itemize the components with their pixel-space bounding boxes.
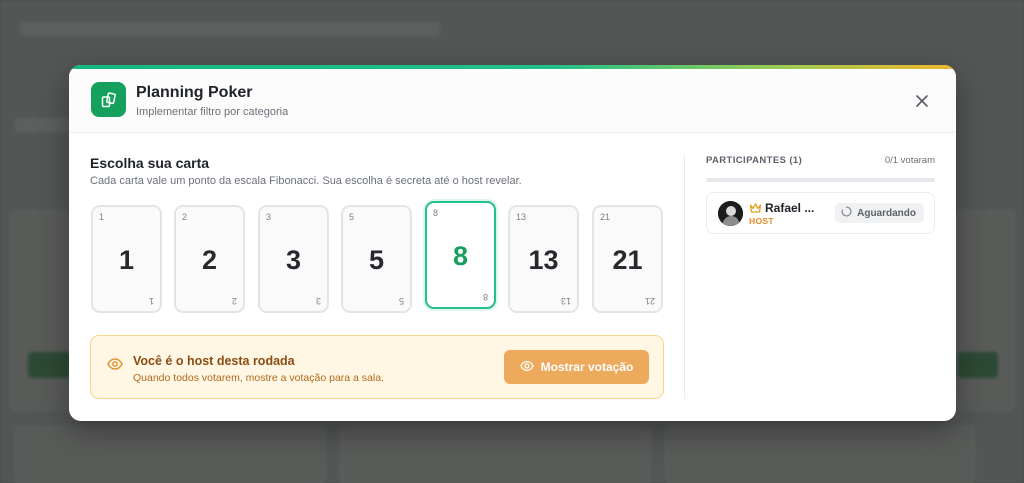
spinner-icon bbox=[841, 206, 852, 220]
card-value: 8 bbox=[452, 241, 469, 271]
avatar bbox=[718, 201, 743, 226]
card-corner: 1 bbox=[99, 212, 105, 222]
card-corner: 2 bbox=[231, 296, 237, 306]
status-badge: Aguardando bbox=[835, 203, 924, 223]
poker-card-1[interactable]: 1 1 1 bbox=[91, 205, 162, 313]
participant-role: HOST bbox=[749, 216, 774, 226]
card-value: 21 bbox=[612, 245, 643, 275]
card-corner: 21 bbox=[600, 212, 611, 222]
host-notice-title: Você é o host desta rodada bbox=[133, 354, 295, 368]
card-corner: 21 bbox=[644, 296, 655, 306]
participant-row: Rafael ... HOST Aguardando bbox=[706, 192, 935, 234]
modal-subtitle: Implementar filtro por categoria bbox=[136, 106, 289, 118]
votes-count: 0/1 votaram bbox=[884, 155, 935, 166]
poker-card-8-selected[interactable]: 8 8 8 bbox=[425, 201, 496, 309]
card-corner: 3 bbox=[315, 296, 321, 306]
host-notice-description: Quando todos votarem, mostre a votação p… bbox=[133, 372, 384, 384]
section-title: Escolha sua carta bbox=[90, 155, 210, 171]
cards-icon bbox=[91, 82, 126, 117]
status-label: Aguardando bbox=[857, 207, 916, 219]
card-corner: 13 bbox=[516, 212, 527, 222]
card-corner: 5 bbox=[349, 212, 355, 222]
eye-icon bbox=[107, 356, 123, 377]
participant-name: Rafael ... bbox=[765, 201, 815, 215]
host-notice: Você é o host desta rodada Quando todos … bbox=[90, 335, 664, 399]
card-corner: 1 bbox=[148, 296, 154, 306]
poker-card-21[interactable]: 21 21 21 bbox=[592, 205, 663, 313]
card-value: 13 bbox=[528, 245, 559, 275]
eye-icon bbox=[519, 359, 534, 376]
participants-title: PARTICIPANTES (1) bbox=[706, 155, 803, 166]
card-corner: 13 bbox=[560, 296, 571, 306]
card-corner: 2 bbox=[182, 212, 188, 222]
reveal-votes-button[interactable]: Mostrar votação bbox=[504, 350, 649, 384]
card-chooser: Escolha sua carta Cada carta vale um pon… bbox=[90, 155, 664, 187]
section-description: Cada carta vale um ponto da escala Fibon… bbox=[90, 175, 522, 187]
card-value: 5 bbox=[368, 245, 385, 275]
poker-card-3[interactable]: 3 3 3 bbox=[258, 205, 329, 313]
card-corner: 5 bbox=[398, 296, 404, 306]
panel-divider bbox=[684, 154, 685, 399]
modal-title: Planning Poker bbox=[136, 84, 253, 101]
participants-panel: PARTICIPANTES (1) 0/1 votaram Rafael ...… bbox=[706, 155, 935, 234]
card-corner: 8 bbox=[433, 208, 439, 218]
card-value: 1 bbox=[118, 245, 135, 275]
close-icon[interactable] bbox=[914, 93, 930, 109]
modal-header: Planning Poker Implementar filtro por ca… bbox=[69, 69, 956, 133]
card-value: 2 bbox=[201, 245, 218, 275]
card-corner: 8 bbox=[482, 292, 488, 302]
poker-card-13[interactable]: 13 13 13 bbox=[508, 205, 579, 313]
poker-card-2[interactable]: 2 2 2 bbox=[174, 205, 245, 313]
votes-progress-bar bbox=[706, 178, 935, 182]
card-value: 3 bbox=[285, 245, 302, 275]
card-corner: 3 bbox=[266, 212, 272, 222]
reveal-votes-label: Mostrar votação bbox=[540, 360, 634, 374]
planning-poker-modal: Planning Poker Implementar filtro por ca… bbox=[69, 65, 956, 421]
poker-card-5[interactable]: 5 5 5 bbox=[341, 205, 412, 313]
